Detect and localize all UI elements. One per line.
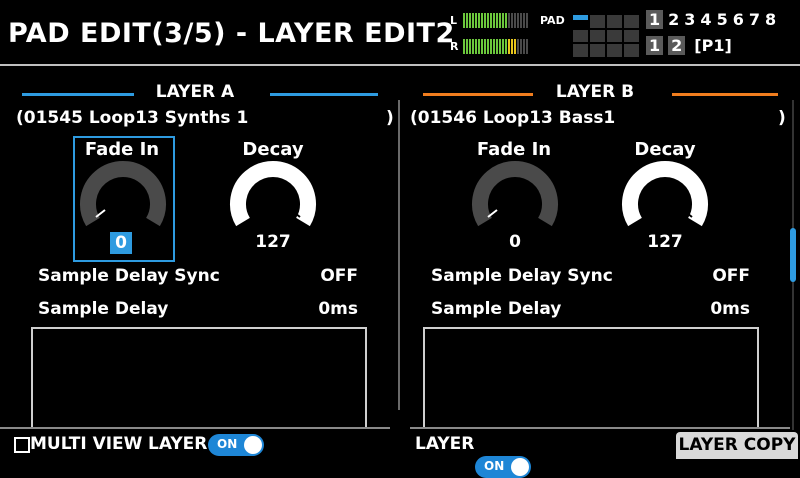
layer-a-accent-line [22,93,134,96]
layer-a-waveform-area [31,327,367,429]
bank-number: 4 [700,10,712,29]
layer-b-sample-delay-sync-label: Sample Delay Sync [431,266,613,286]
layer-b-accent-line [672,93,778,96]
header-bar: PAD EDIT(3/5) - LAYER EDIT2 L R PAD 1 2 … [0,0,800,64]
layer-b-wave-name[interactable]: (01546 Loop13 Bass1 [410,108,615,128]
layer-b-wave-end: ) [778,108,786,128]
layer-b-accent-line [423,93,533,96]
meter-left-label: L [450,14,458,27]
fade-in-b-knob[interactable] [470,160,560,235]
layer-b-sample-delay-sync-value[interactable]: OFF [670,266,750,286]
layer-a-title: LAYER A [155,82,235,102]
footer-divider [0,427,390,429]
level-meter-right [463,39,528,54]
layer-a-sample-delay-label: Sample Delay [38,299,169,319]
decay-b-value: 127 [647,232,683,252]
bank-number: 3 [684,10,696,29]
decay-a-knob[interactable] [228,160,318,235]
fade-in-a-value: 0 [110,232,132,254]
multi-view-label[interactable]: MULTI VIEW [30,434,142,454]
meter-right-label: R [450,40,459,53]
layer-divider [398,100,400,410]
bank-numbers: 1 2 3 4 5 6 7 8 [646,10,776,29]
multi-view-checkbox[interactable] [14,437,30,453]
layer-a-sample-delay-value[interactable]: 0ms [278,299,358,319]
scrollbar-thumb[interactable] [790,228,796,282]
layer-b-sample-delay-label: Sample Delay [431,299,562,319]
layer-copy-button[interactable]: LAYER COPY [676,432,798,459]
toggle-state: ON [484,459,505,473]
page-title: PAD EDIT(3/5) - LAYER EDIT2 [8,18,455,49]
layer-a-sample-delay-sync-label: Sample Delay Sync [38,266,220,286]
bank-number: 6 [732,10,744,29]
bank-number: 5 [716,10,728,29]
decay-a-value: 127 [255,232,291,252]
toggle-state: ON [217,437,238,451]
layer-a-wave-name[interactable]: (01545 Loop13 Synths 1 [16,108,248,128]
bank-number: 8 [764,10,777,29]
fade-in-b-label: Fade In [476,139,552,160]
layer-a-accent-line [270,93,378,96]
pad-label: PAD [540,14,565,27]
pad-grid [573,15,639,57]
decay-b-knob[interactable] [620,160,710,235]
toggle-knob [511,458,529,476]
bank-number: 1 [646,10,664,29]
layer-a-wave-end: ) [386,108,394,128]
bank-number: 2 [668,10,680,29]
pad-numbers: 1 2 [P1] [646,36,732,55]
bank-number: 7 [748,10,760,29]
decay-a-label: Decay [242,139,304,160]
layer-b-title: LAYER B [555,82,635,102]
layer-b-toggle-label: LAYER [415,434,475,454]
fade-in-b-value: 0 [509,232,521,252]
pad-number: 2 [668,36,686,55]
layer-a-toggle[interactable]: ON [208,434,264,456]
layer-b-sample-delay-value[interactable]: 0ms [670,299,750,319]
fade-in-a-knob[interactable] [78,160,168,235]
layer-b-toggle[interactable]: ON [475,456,531,478]
layer-a-sample-delay-sync-value[interactable]: OFF [278,266,358,286]
pattern-label: [P1] [694,36,732,55]
footer-divider [410,427,790,429]
layer-a-toggle-label: LAYER [148,434,208,454]
layer-b-waveform-area [423,327,759,429]
level-meter-left [463,13,528,28]
toggle-knob [244,436,262,454]
decay-b-label: Decay [634,139,696,160]
fade-in-a-label: Fade In [84,139,160,160]
pad-number: 1 [646,36,664,55]
header-divider [0,64,800,66]
